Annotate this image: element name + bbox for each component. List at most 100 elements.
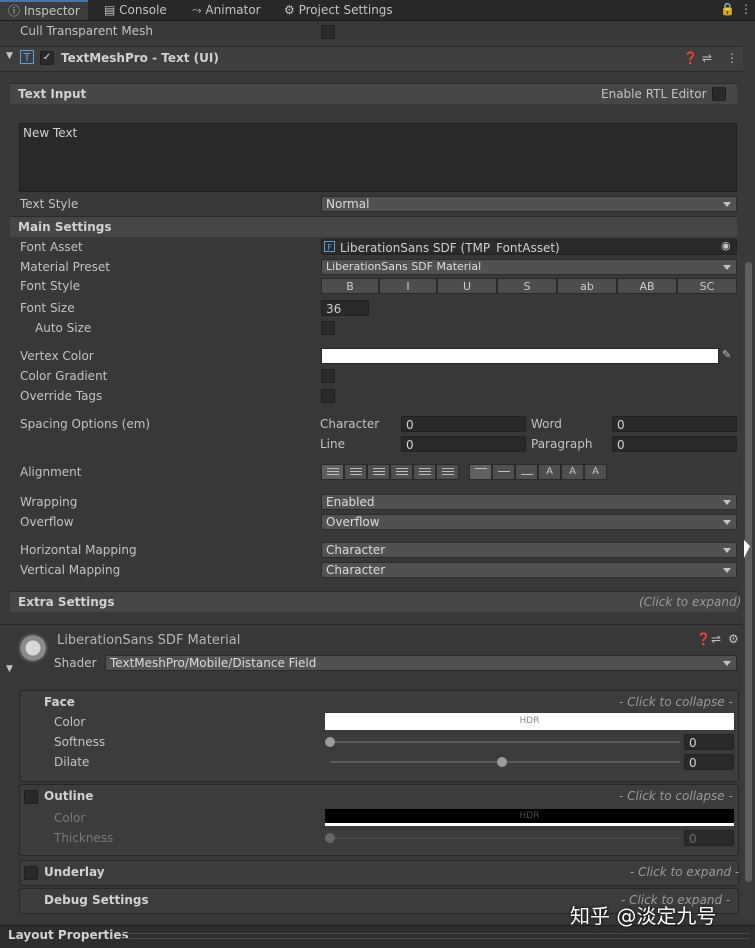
material-foldout-icon[interactable]: ▼ (6, 664, 13, 674)
material-help-icon[interactable]: ❓ (696, 632, 711, 646)
tab-inspector[interactable]: ⓘ Inspector (0, 0, 88, 20)
horizontal-mapping-dropdown[interactable]: Character (321, 542, 737, 558)
underlay-header[interactable]: Underlay (44, 865, 105, 879)
character-spacing-label: Character (320, 417, 380, 431)
softness-slider-knob[interactable] (325, 737, 335, 747)
outline-header[interactable]: Outline (44, 789, 93, 803)
outline-color-swatch[interactable]: HDR (325, 809, 734, 826)
color-gradient-label: Color Gradient (20, 369, 108, 383)
word-spacing-label: Word (531, 417, 562, 431)
font-style-label: Font Style (20, 279, 81, 293)
character-spacing-field[interactable]: 0 (401, 416, 526, 432)
font-style-strikethrough-button[interactable]: S (497, 278, 557, 294)
override-tags-checkbox[interactable] (321, 389, 335, 403)
align-middle-button[interactable] (492, 464, 515, 480)
font-style-italic-button[interactable]: I (379, 278, 437, 294)
align-justified-button[interactable] (390, 464, 413, 480)
component-title: TextMeshPro - Text (UI) (61, 51, 219, 65)
layout-properties-label: Layout Properties (8, 928, 129, 942)
vertical-mapping-label: Vertical Mapping (20, 563, 121, 577)
watermark: 知乎 @淡定九号 (570, 904, 717, 928)
align-top-button[interactable] (469, 464, 492, 480)
overflow-dropdown[interactable]: Overflow (321, 514, 737, 530)
dropdown-arrow-icon (723, 265, 731, 270)
face-header[interactable]: Face (44, 695, 75, 709)
rtl-checkbox[interactable] (712, 87, 726, 101)
presets-icon[interactable]: ⇌ (702, 51, 712, 65)
vertical-mapping-dropdown[interactable]: Character (321, 562, 737, 578)
align-midline-icon[interactable]: A (561, 464, 584, 480)
font-asset-field[interactable]: LiberationSans SDF (TMP_FontAsset) (321, 239, 737, 255)
font-style-bold-button[interactable]: B (321, 278, 379, 294)
dilate-slider-knob[interactable] (497, 757, 507, 767)
font-asset-icon: F (324, 241, 335, 252)
outline-checkbox[interactable] (24, 790, 38, 804)
info-icon: ⓘ (8, 4, 24, 18)
text-style-dropdown[interactable]: Normal (321, 196, 737, 212)
alignment-label: Alignment (20, 465, 82, 479)
scrollbar-thumb[interactable] (745, 262, 752, 882)
underlay-hint[interactable]: - Click to expand - (630, 865, 739, 879)
align-left-button[interactable] (321, 464, 344, 480)
drag-handle[interactable] (120, 933, 750, 939)
tab-project-settings[interactable]: ⚙ Project Settings (276, 0, 401, 20)
font-size-field[interactable]: 36 (321, 300, 369, 316)
align-bottom-button[interactable] (515, 464, 538, 480)
main-settings-header[interactable]: Main Settings (10, 216, 737, 237)
dilate-field[interactable]: 0 (684, 754, 734, 770)
menu-icon[interactable]: ⋮ (740, 2, 752, 16)
material-presets-icon[interactable]: ⇌ (711, 632, 721, 646)
eyedropper-icon[interactable]: ✎ (722, 348, 731, 361)
wrapping-dropdown[interactable]: Enabled (321, 494, 737, 510)
align-geometry-center-button[interactable] (436, 464, 459, 480)
align-right-button[interactable] (367, 464, 390, 480)
tab-animator[interactable]: ⤳ Animator (184, 0, 269, 20)
cull-checkbox[interactable] (321, 25, 335, 39)
paragraph-spacing-field[interactable]: 0 (612, 436, 737, 452)
face-color-swatch[interactable]: HDR (325, 713, 734, 730)
dropdown-arrow-icon (723, 661, 731, 666)
horizontal-mapping-label: Horizontal Mapping (20, 543, 137, 557)
face-hint[interactable]: - Click to collapse - (619, 695, 733, 709)
foldout-arrow-icon[interactable]: ▼ (6, 51, 13, 61)
font-style-underline-button[interactable]: U (437, 278, 497, 294)
lock-icon[interactable]: 🔒 (720, 2, 735, 16)
shader-dropdown[interactable]: TextMeshPro/Mobile/Distance Field (105, 655, 737, 671)
softness-slider[interactable] (330, 741, 680, 743)
override-tags-label: Override Tags (20, 389, 103, 403)
align-capline-icon[interactable]: A (584, 464, 607, 480)
thickness-slider[interactable] (330, 837, 680, 839)
line-spacing-field[interactable]: 0 (401, 436, 526, 452)
color-gradient-checkbox[interactable] (321, 369, 335, 383)
overflow-label: Overflow (20, 515, 74, 529)
component-enabled-checkbox[interactable]: ✓ (40, 51, 54, 65)
align-flush-button[interactable] (413, 464, 436, 480)
material-preset-dropdown[interactable]: LiberationSans SDF Material (321, 259, 737, 275)
softness-field[interactable]: 0 (684, 734, 734, 750)
object-picker-icon[interactable]: ◉ (721, 239, 731, 252)
vertex-color-swatch[interactable] (321, 348, 719, 364)
font-style-lowercase-button[interactable]: ab (557, 278, 617, 294)
tab-console[interactable]: ▤ Console (96, 0, 175, 20)
font-style-smallcaps-button[interactable]: SC (677, 278, 737, 294)
extra-settings-header[interactable]: Extra Settings (10, 591, 737, 612)
gear-icon: ⚙ (284, 3, 299, 17)
font-style-uppercase-button[interactable]: AB (617, 278, 677, 294)
spacing-options-label: Spacing Options (em) (20, 417, 151, 431)
mouse-cursor-icon (744, 540, 750, 558)
align-center-button[interactable] (344, 464, 367, 480)
outline-color-label: Color (54, 811, 86, 825)
outline-hint[interactable]: - Click to collapse - (619, 789, 733, 803)
thickness-slider-knob[interactable] (325, 833, 335, 843)
text-input-area[interactable]: New Text (19, 123, 737, 192)
auto-size-checkbox[interactable] (321, 321, 335, 335)
debug-header[interactable]: Debug Settings (44, 893, 149, 907)
align-baseline-icon[interactable]: A (538, 464, 561, 480)
component-menu-icon[interactable]: ⋮ (726, 51, 738, 65)
underlay-checkbox[interactable] (24, 866, 38, 880)
material-settings-icon[interactable]: ⚙ (728, 632, 739, 646)
cull-label: Cull Transparent Mesh (20, 24, 153, 38)
word-spacing-field[interactable]: 0 (612, 416, 737, 432)
help-icon[interactable]: ❓ (683, 51, 698, 65)
thickness-field[interactable]: 0 (684, 830, 734, 846)
